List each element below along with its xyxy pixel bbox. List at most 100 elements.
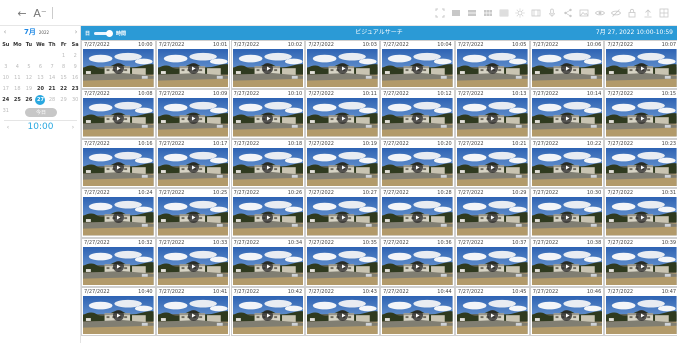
thumbnail-cell[interactable]: 7/27/2022 10:47 [604, 286, 677, 337]
image-icon[interactable] [579, 8, 589, 18]
play-icon[interactable] [411, 112, 423, 124]
video-thumbnail[interactable] [382, 246, 453, 285]
calendar-day[interactable]: 18 [12, 83, 24, 94]
thumbnail-cell[interactable]: 7/27/2022 10:10 [230, 89, 306, 139]
thumbnail-cell[interactable]: 7/27/2022 10:26 [230, 188, 306, 238]
eye-icon[interactable] [595, 8, 605, 18]
video-thumbnail[interactable] [606, 147, 677, 187]
calendar-month[interactable]: 7月 [24, 27, 36, 37]
video-thumbnail[interactable] [531, 197, 603, 236]
film-icon[interactable] [531, 8, 541, 18]
thumbnail-cell[interactable]: 7/27/2022 10:32 [81, 237, 156, 287]
video-thumbnail[interactable] [531, 147, 603, 187]
thumbnail-cell[interactable]: 7/27/2022 10:40 [81, 286, 156, 337]
layout-2-icon[interactable] [467, 8, 477, 18]
play-icon[interactable] [486, 261, 498, 273]
thumbnail-cell[interactable]: 7/27/2022 10:28 [380, 188, 455, 238]
video-thumbnail[interactable] [382, 197, 453, 236]
video-thumbnail[interactable] [157, 98, 229, 137]
video-thumbnail[interactable] [232, 98, 304, 137]
thumbnail-cell[interactable]: 7/27/2022 10:06 [529, 40, 605, 90]
thumbnail-cell[interactable]: 7/27/2022 10:18 [230, 138, 306, 189]
video-thumbnail[interactable] [382, 98, 453, 137]
calendar-day[interactable]: 22 [58, 83, 70, 94]
calendar-day[interactable]: 15 [58, 72, 70, 83]
calendar-day[interactable]: 25 [12, 94, 24, 105]
calendar-day[interactable]: 23 [69, 83, 81, 94]
calendar-day[interactable]: 12 [23, 72, 35, 83]
video-thumbnail[interactable] [307, 49, 378, 88]
lock-icon[interactable] [627, 8, 637, 18]
thumbnail-cell[interactable]: 7/27/2022 10:35 [305, 237, 380, 287]
calendar-day[interactable]: 19 [23, 83, 35, 94]
calendar-day[interactable]: 31 [0, 105, 12, 116]
today-button[interactable]: 今日 [25, 108, 57, 117]
calendar-day[interactable]: 9 [69, 61, 81, 72]
thumbnail-cell[interactable]: 7/27/2022 10:25 [155, 188, 231, 238]
calendar-day[interactable]: 16 [69, 72, 81, 83]
thumbnail-cell[interactable]: 7/27/2022 10:20 [380, 138, 455, 189]
calendar-day[interactable]: 26 [23, 94, 35, 105]
thumbnail-cell[interactable]: 7/27/2022 10:00 [81, 40, 156, 90]
toggle-switch[interactable] [94, 29, 114, 37]
brightness-icon[interactable] [515, 8, 525, 18]
calendar-day[interactable]: 14 [46, 72, 58, 83]
calendar-day[interactable]: 20 [35, 83, 47, 94]
video-thumbnail[interactable] [157, 295, 229, 335]
thumbnail-cell[interactable]: 7/27/2022 10:30 [529, 188, 605, 238]
play-icon[interactable] [187, 261, 199, 273]
prev-month-button[interactable]: ‹ [0, 26, 10, 38]
share-icon[interactable] [563, 8, 573, 18]
calendar-day[interactable]: 2 [69, 50, 81, 61]
next-month-button[interactable]: › [71, 26, 81, 38]
play-icon[interactable] [187, 310, 199, 322]
play-icon[interactable] [636, 211, 648, 223]
calendar-day[interactable]: 13 [35, 72, 47, 83]
prev-hour-button[interactable]: ‹ [4, 124, 12, 131]
thumbnail-cell[interactable]: 7/27/2022 10:21 [454, 138, 530, 189]
video-thumbnail[interactable] [456, 295, 528, 335]
play-icon[interactable] [486, 162, 498, 174]
video-thumbnail[interactable] [531, 98, 603, 137]
play-icon[interactable] [187, 63, 199, 75]
video-thumbnail[interactable] [307, 246, 378, 285]
grid-icon[interactable] [659, 8, 669, 18]
selected-time[interactable]: 10:00 [12, 122, 69, 132]
video-thumbnail[interactable] [606, 246, 677, 285]
video-thumbnail[interactable] [232, 295, 304, 335]
calendar-day[interactable]: 11 [12, 72, 24, 83]
video-thumbnail[interactable] [83, 98, 154, 137]
calendar-day[interactable]: 29 [58, 94, 70, 105]
video-thumbnail[interactable] [456, 49, 528, 88]
back-button[interactable]: ← [14, 3, 30, 23]
play-icon[interactable] [112, 261, 124, 273]
mic-icon[interactable] [547, 8, 557, 18]
calendar-day[interactable]: 4 [12, 61, 24, 72]
calendar-day-selected[interactable]: 27 [35, 94, 47, 105]
play-icon[interactable] [112, 211, 124, 223]
video-thumbnail[interactable] [382, 147, 453, 187]
play-icon[interactable] [262, 211, 274, 223]
thumbnail-cell[interactable]: 7/27/2022 10:37 [454, 237, 530, 287]
thumbnail-cell[interactable]: 7/27/2022 10:01 [155, 40, 231, 90]
play-icon[interactable] [486, 112, 498, 124]
thumbnail-cell[interactable]: 7/27/2022 10:12 [380, 89, 455, 139]
play-icon[interactable] [486, 211, 498, 223]
thumbnail-cell[interactable]: 7/27/2022 10:43 [305, 286, 380, 337]
thumbnail-cell[interactable]: 7/27/2022 10:24 [81, 188, 156, 238]
thumbnail-cell[interactable]: 7/27/2022 10:33 [155, 237, 231, 287]
thumbnail-cell[interactable]: 7/27/2022 10:31 [604, 188, 677, 238]
video-thumbnail[interactable] [232, 197, 304, 236]
calendar-day[interactable]: 3 [0, 61, 12, 72]
expand-icon[interactable] [435, 8, 445, 18]
thumbnail-cell[interactable]: 7/27/2022 10:07 [604, 40, 677, 90]
thumbnail-cell[interactable]: 7/27/2022 10:16 [81, 138, 156, 189]
calendar-day[interactable]: 17 [0, 83, 12, 94]
video-thumbnail[interactable] [456, 147, 528, 187]
thumbnail-cell[interactable]: 7/27/2022 10:08 [81, 89, 156, 139]
play-icon[interactable] [337, 211, 349, 223]
video-thumbnail[interactable] [531, 49, 603, 88]
video-thumbnail[interactable] [606, 197, 677, 236]
thumbnail-cell[interactable]: 7/27/2022 10:44 [380, 286, 455, 337]
upload-icon[interactable] [643, 8, 653, 18]
